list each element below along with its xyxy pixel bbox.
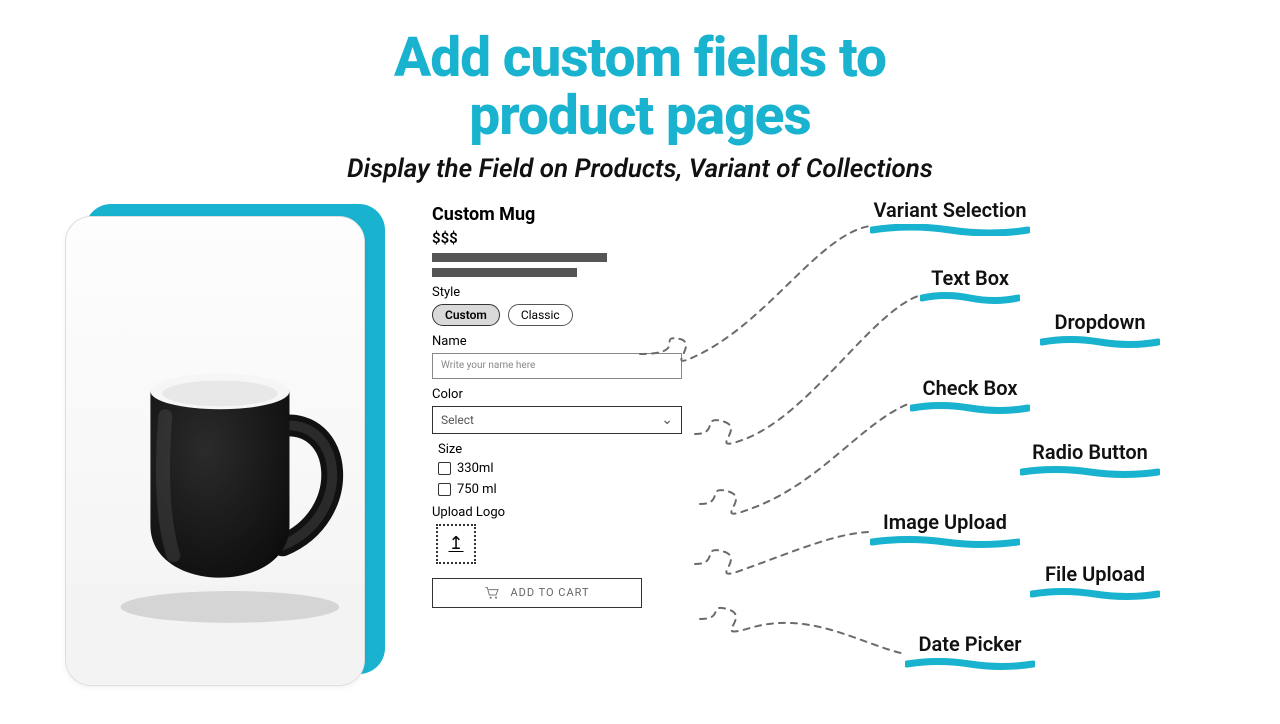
name-input[interactable]: Write your name here	[432, 353, 682, 379]
name-placeholder: Write your name here	[441, 360, 535, 371]
product-image-card	[65, 210, 375, 685]
brush-underline-icon	[870, 224, 1030, 236]
feature-file-upload: File Upload	[1030, 562, 1160, 600]
size-option-330[interactable]: 330ml	[438, 461, 682, 476]
size-330-label: 330ml	[457, 461, 493, 476]
feature-text-box: Text Box	[920, 266, 1020, 304]
color-placeholder: Select	[441, 413, 474, 427]
brush-underline-icon	[870, 536, 1020, 548]
brush-underline-icon	[1040, 336, 1160, 348]
page-title: Add custom fields to product pages	[0, 30, 1280, 146]
cart-icon	[484, 586, 500, 600]
name-label: Name	[432, 334, 682, 349]
color-label: Color	[432, 387, 682, 402]
placeholder-bar	[432, 268, 577, 277]
size-option-750[interactable]: 750 ml	[438, 482, 682, 497]
upload-label: Upload Logo	[432, 505, 682, 520]
brush-underline-icon	[910, 402, 1030, 414]
color-select[interactable]: Select ⌄	[432, 406, 682, 434]
product-title: Custom Mug	[432, 204, 682, 225]
style-option-custom[interactable]: Custom	[432, 304, 500, 326]
feature-variant-selection: Variant Selection	[870, 198, 1030, 236]
feature-check-box: Check Box	[910, 376, 1030, 414]
upload-icon: ↥	[448, 533, 463, 554]
page-subtitle: Display the Field on Products, Variant o…	[0, 154, 1280, 184]
title-line2: product pages	[469, 84, 810, 148]
upload-logo-button[interactable]: ↥	[436, 524, 476, 564]
brush-underline-icon	[1030, 588, 1160, 600]
size-label: Size	[438, 442, 682, 457]
placeholder-bar	[432, 253, 607, 262]
brush-underline-icon	[905, 658, 1035, 670]
style-label: Style	[432, 285, 682, 300]
product-form: Custom Mug $$$ Style Custom Classic Name…	[432, 204, 682, 608]
add-to-cart-label: ADD TO CART	[510, 586, 589, 599]
feature-date-picker: Date Picker	[905, 632, 1035, 670]
title-line1: Add custom fields to	[394, 26, 886, 90]
brush-underline-icon	[920, 292, 1020, 304]
feature-dropdown: Dropdown	[1040, 310, 1160, 348]
brush-underline-icon	[1020, 466, 1160, 478]
checkbox-icon	[438, 462, 451, 475]
chevron-down-icon: ⌄	[661, 412, 673, 428]
checkbox-icon	[438, 483, 451, 496]
product-price: $$$	[432, 229, 682, 247]
mug-illustration	[66, 217, 364, 685]
card-image-front	[65, 216, 365, 686]
feature-image-upload: Image Upload	[870, 510, 1020, 548]
style-option-group: Custom Classic	[432, 304, 682, 326]
style-option-classic[interactable]: Classic	[508, 304, 573, 326]
add-to-cart-button[interactable]: ADD TO CART	[432, 578, 642, 608]
size-750-label: 750 ml	[457, 482, 497, 497]
feature-radio-button: Radio Button	[1020, 440, 1160, 478]
